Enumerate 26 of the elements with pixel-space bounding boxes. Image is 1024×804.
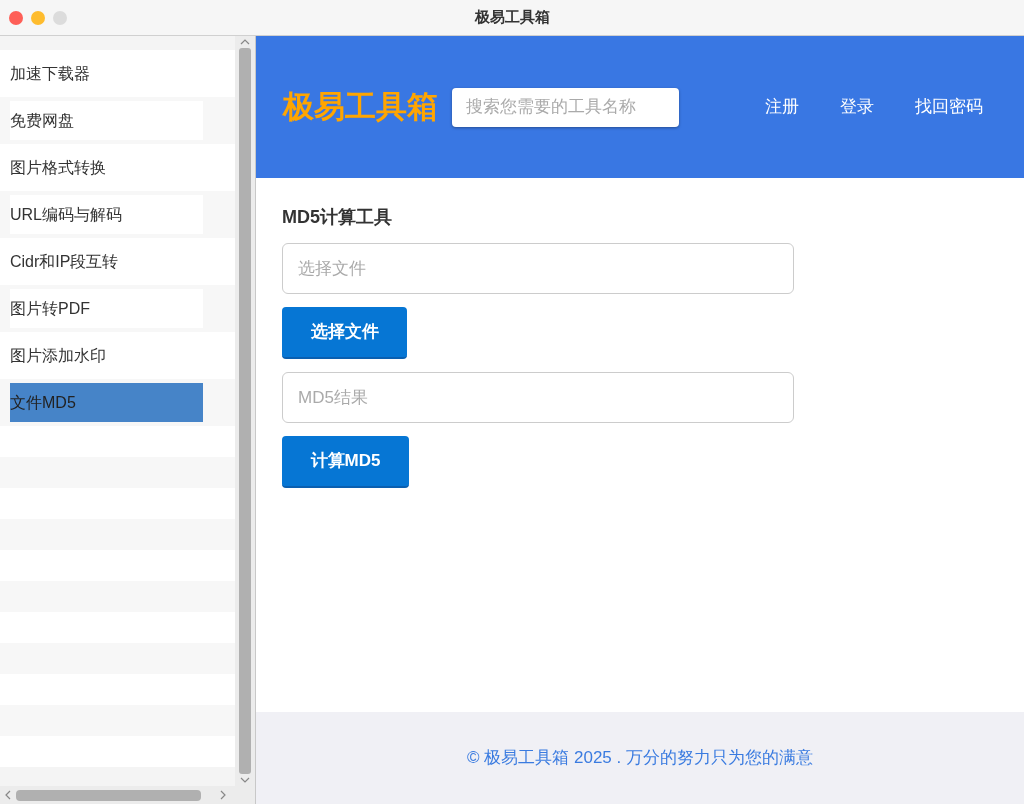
right-caret-icon[interactable] [219, 790, 227, 800]
nav-link[interactable]: 找回密码 [915, 94, 983, 120]
close-icon[interactable] [9, 10, 23, 25]
nav-link[interactable]: 注册 [765, 94, 799, 120]
window-title: 极易工具箱 [474, 7, 550, 28]
down-caret-icon[interactable] [240, 776, 250, 784]
scroll-thumb[interactable] [16, 789, 201, 801]
sidebar-item[interactable]: 文件MD5 [10, 383, 203, 422]
nav-link[interactable]: 登录 [840, 94, 874, 120]
sidebar-item[interactable]: URL编码与解码 [10, 195, 203, 234]
result-field[interactable]: MD5结果 [282, 372, 794, 423]
sidebar-item[interactable]: 免费网盘 [10, 101, 203, 140]
section-title: MD5计算工具 [282, 206, 392, 229]
up-caret-icon[interactable] [240, 38, 250, 46]
file-field[interactable]: 选择文件 [282, 243, 794, 294]
choose-file-button[interactable]: 选择文件 [282, 307, 407, 359]
search-field[interactable]: 搜索您需要的工具名称 [452, 87, 679, 127]
footer-text: © 极易工具箱 2025 . 万分的努力只为您的满意 [467, 747, 813, 770]
vertical-scrollbar[interactable] [235, 36, 255, 786]
zoom-icon [53, 10, 67, 25]
horizontal-scrollbar[interactable] [0, 786, 255, 804]
left-caret-icon[interactable] [4, 790, 12, 800]
scroll-thumb[interactable] [239, 48, 251, 774]
sidebar-item[interactable]: 图片转PDF [10, 289, 203, 328]
compute-button[interactable]: 计算MD5 [282, 436, 409, 488]
minimize-icon[interactable] [31, 10, 45, 25]
